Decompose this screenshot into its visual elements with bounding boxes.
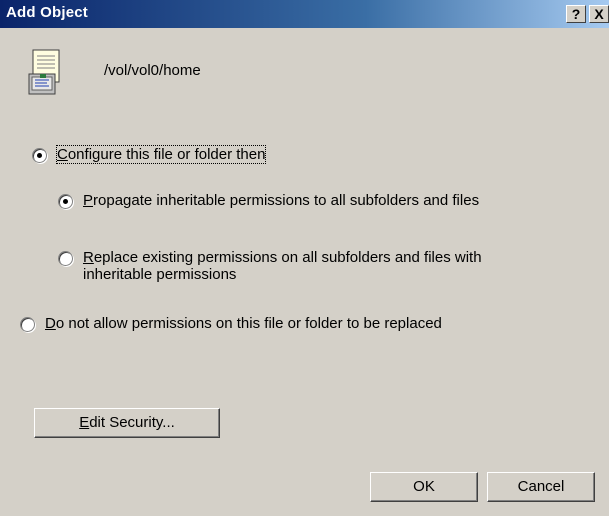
propagate-radio-option[interactable]: Propagate inheritable permissions to all… (58, 192, 479, 209)
object-path: /vol/vol0/home (104, 62, 201, 79)
cancel-button[interactable]: Cancel (487, 472, 595, 502)
do-not-allow-radio-label[interactable]: Do not allow permissions on this file or… (45, 315, 442, 332)
title-bar[interactable]: Add Object ? X (0, 0, 609, 28)
close-button[interactable]: X (589, 5, 609, 23)
propagate-radio[interactable] (58, 194, 73, 209)
document-icon (28, 49, 60, 95)
window-title: Add Object (6, 4, 89, 21)
configure-radio-label[interactable]: Configure this file or folder then (55, 145, 267, 164)
replace-radio[interactable] (58, 251, 73, 266)
do-not-allow-radio-option[interactable]: Do not allow permissions on this file or… (20, 315, 442, 332)
do-not-allow-radio[interactable] (20, 317, 35, 332)
replace-radio-option[interactable]: Replace existing permissions on all subf… (58, 249, 558, 283)
configure-radio-option[interactable]: Configure this file or folder then (32, 145, 267, 164)
help-button[interactable]: ? (566, 5, 586, 23)
configure-radio[interactable] (32, 148, 47, 163)
ok-button[interactable]: OK (370, 472, 478, 502)
edit-security-button[interactable]: Edit Security... (34, 408, 220, 438)
replace-radio-label[interactable]: Replace existing permissions on all subf… (83, 249, 482, 283)
add-object-dialog: Add Object ? X /vol/vol0/home Configure … (0, 0, 609, 516)
propagate-radio-label[interactable]: Propagate inheritable permissions to all… (83, 192, 479, 209)
